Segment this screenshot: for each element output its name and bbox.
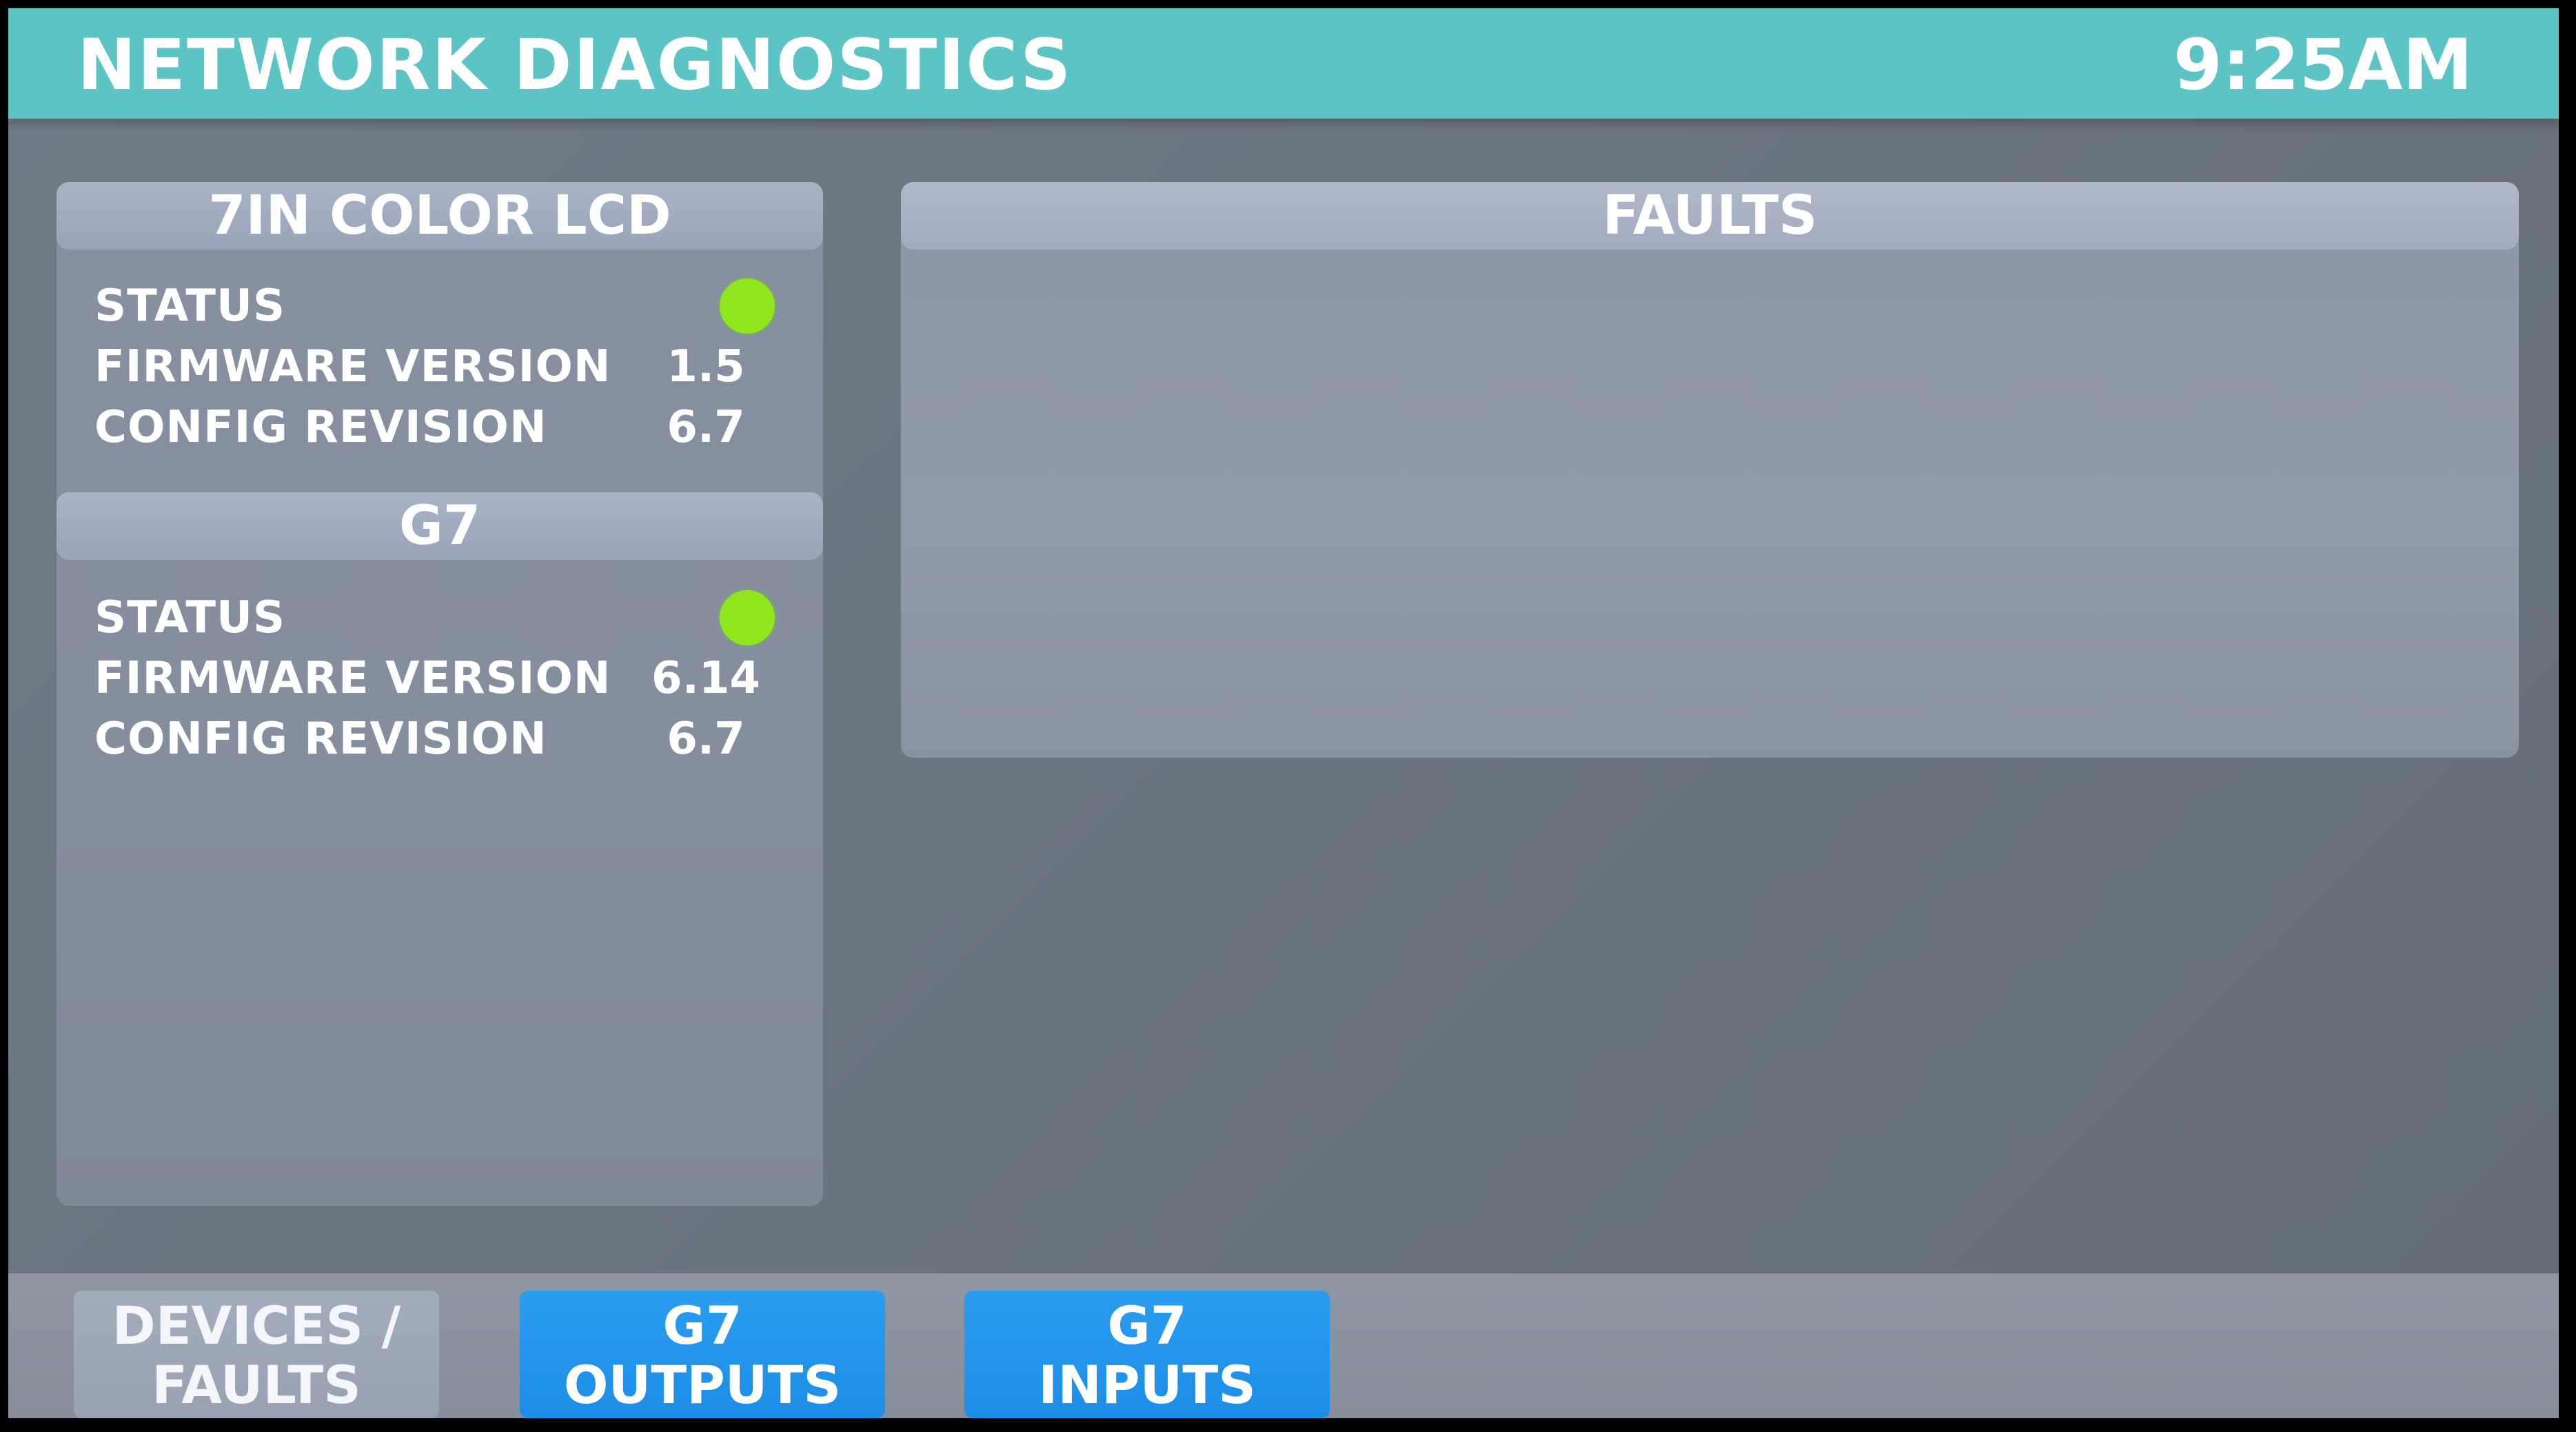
page-title: NETWORK DIAGNOSTICS [77,24,1073,106]
firmware-version-value: 1.5 [667,341,745,392]
devices-faults-button[interactable]: DEVICES / FAULTS [74,1291,439,1418]
nav-label-line1: DEVICES / [112,1295,401,1356]
firmware-version-label: FIRMWARE VERSION [94,341,611,392]
clock: 9:25AM [2173,24,2473,106]
faults-header: FAULTS [901,182,2519,250]
device-header-7in-color-lcd: 7IN COLOR LCD [57,182,823,250]
status-label: STATUS [94,281,286,332]
config-revision-value: 6.7 [667,714,745,765]
nav-label-line2: OUTPUTS [563,1354,842,1415]
config-revision-value: 6.7 [667,402,745,453]
faults-panel: FAULTS [901,182,2519,758]
nav-label-line1: G7 [1107,1295,1187,1356]
firmware-version-value: 6.14 [651,653,760,704]
title-bar: NETWORK DIAGNOSTICS 9:25AM [8,8,2559,119]
status-indicator-icon [720,590,775,645]
nav-label-line2: INPUTS [1038,1354,1256,1415]
device-panel: 7IN COLOR LCD STATUS FIRMWARE VERSION 1.… [57,182,823,1206]
g7-outputs-button[interactable]: G7 OUTPUTS [520,1291,885,1418]
bottom-nav: DEVICES / FAULTS G7 OUTPUTS G7 INPUTS [8,1273,2559,1418]
firmware-version-label: FIRMWARE VERSION [94,653,611,704]
status-label: STATUS [94,592,286,643]
config-revision-label: CONFIG REVISION [94,714,547,765]
nav-label-line2: FAULTS [152,1354,361,1415]
status-indicator-icon [720,279,775,334]
screen: NETWORK DIAGNOSTICS 9:25AM 7IN COLOR LCD… [8,8,2559,1418]
g7-inputs-button[interactable]: G7 INPUTS [964,1291,1330,1418]
config-revision-label: CONFIG REVISION [94,402,547,453]
nav-label-line1: G7 [662,1295,742,1356]
device-header-g7: G7 [57,492,823,560]
